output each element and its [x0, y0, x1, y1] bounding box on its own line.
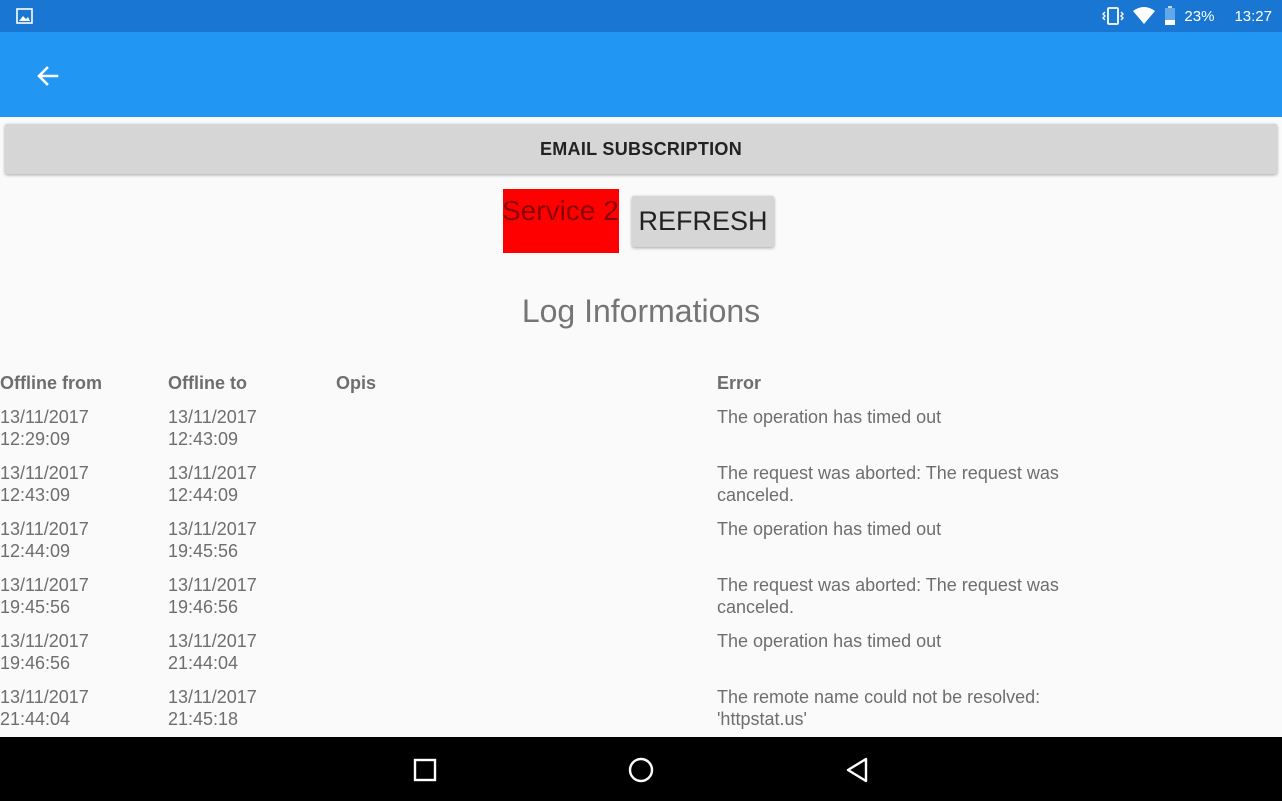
- recent-apps-icon[interactable]: [412, 757, 438, 783]
- offline-to-cell: 13/11/2017 12:44:09: [168, 463, 257, 505]
- table-row: 13/11/2017 12:29:09 13/11/2017 12:43:09 Th…: [0, 406, 1282, 462]
- table-row: 13/11/2017 12:43:09 13/11/2017 12:44:09 Th…: [0, 462, 1282, 518]
- offline-from-cell: 13/11/2017 12:44:09: [0, 519, 89, 561]
- offline-to-cell: 13/11/2017 21:44:04: [168, 631, 257, 673]
- status-time: 13:27: [1234, 7, 1272, 25]
- status-bar: 23% 13:27: [0, 0, 1282, 32]
- back-triangle-icon[interactable]: [845, 757, 871, 783]
- navigation-bar: [0, 737, 1282, 801]
- log-title: Log Informations: [521, 293, 761, 329]
- error-cell: The request was aborted: The request was…: [717, 463, 1059, 505]
- offline-to-cell: 13/11/2017 19:45:56: [168, 519, 257, 561]
- service-status-badge: Service 2: [502, 189, 619, 253]
- offline-from-cell: 13/11/2017 19:45:56: [0, 575, 89, 617]
- error-cell: The operation has timed out: [717, 407, 942, 427]
- wifi-icon: [1133, 7, 1156, 24]
- error-cell: The remote name could not be resolved:'h…: [717, 687, 1041, 729]
- table-row: 13/11/2017 12:44:09 13/11/2017 19:45:56 Th…: [0, 518, 1282, 574]
- header-offline-from: Offline from: [0, 373, 102, 393]
- offline-from-cell: 13/11/2017 12:43:09: [0, 463, 89, 505]
- offline-to-cell: 13/11/2017 12:43:09: [168, 407, 257, 449]
- table-row: 13/11/2017 19:45:56 13/11/2017 19:46:56 Th…: [0, 574, 1282, 630]
- app-bar: [0, 32, 1282, 117]
- header-opis: Opis: [336, 373, 377, 393]
- vibrate-icon: [1102, 7, 1125, 25]
- error-cell: The operation has timed out: [717, 631, 942, 651]
- table-row: 13/11/2017 19:46:56 13/11/2017 21:44:04 Th…: [0, 630, 1282, 686]
- email-subscription-button[interactable]: EMAIL SUBSCRIPTION: [5, 124, 1277, 174]
- offline-to-cell: 13/11/2017 21:45:18: [168, 687, 257, 729]
- offline-to-cell: 13/11/2017 19:46:56: [168, 575, 257, 617]
- service-label: Service 2: [502, 195, 619, 226]
- battery-icon: [1165, 6, 1176, 25]
- log-table-header: Offline from Offline to Opis Error: [0, 372, 1282, 406]
- refresh-button[interactable]: REFRESH: [632, 196, 774, 247]
- offline-from-cell: 13/11/2017 19:46:56: [0, 631, 89, 673]
- error-cell: The request was aborted: The request was…: [717, 575, 1059, 617]
- offline-from-cell: 13/11/2017 21:44:04: [0, 687, 89, 729]
- home-icon[interactable]: [628, 757, 654, 783]
- table-row: 13/11/2017 21:44:04 13/11/2017 21:45:18 Th…: [0, 686, 1282, 742]
- error-cell: The operation has timed out: [717, 519, 942, 539]
- log-table: Offline from Offline to Opis Error 13/11…: [0, 372, 1282, 742]
- offline-from-cell: 13/11/2017 12:29:09: [0, 407, 89, 449]
- image-icon: [16, 8, 33, 24]
- header-offline-to: Offline to: [168, 373, 247, 393]
- battery-percent: 23%: [1184, 7, 1215, 25]
- status-right: 23% 13:27: [1102, 0, 1272, 32]
- arrow-back-icon[interactable]: [30, 58, 66, 94]
- header-error: Error: [717, 373, 762, 393]
